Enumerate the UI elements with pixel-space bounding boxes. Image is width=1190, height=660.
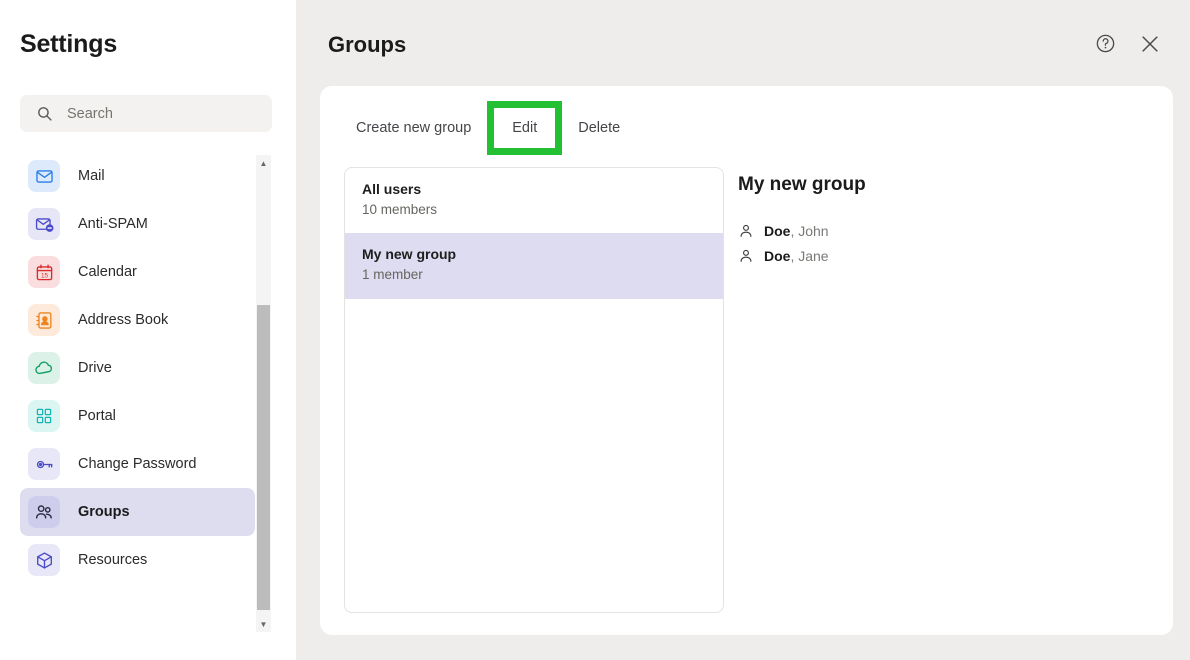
sidebar-item-label: Mail xyxy=(78,168,105,184)
member-firstname: , John xyxy=(790,222,829,239)
mail-icon xyxy=(28,160,60,192)
close-button[interactable] xyxy=(1136,31,1164,59)
group-name: All users xyxy=(362,181,422,197)
help-circle-icon xyxy=(1095,33,1116,57)
people-icon xyxy=(28,496,60,528)
groups-card: Create new group Edit Delete All users 10 m… xyxy=(320,86,1173,635)
cube-icon xyxy=(28,544,60,576)
group-member-count: 10 members xyxy=(362,202,438,217)
group-member-count: 1 member xyxy=(362,267,423,283)
address-book-icon xyxy=(28,304,60,336)
help-button[interactable] xyxy=(1091,31,1119,59)
sidebar-item-resources[interactable]: Resources xyxy=(20,536,255,584)
sidebar-item-groups[interactable]: Groups xyxy=(20,488,255,536)
sidebar-item-drive[interactable]: Drive xyxy=(20,344,255,392)
tab-delete[interactable]: Delete xyxy=(578,120,620,136)
member-lastname: Doe xyxy=(764,222,791,239)
member-row[interactable]: Doe, Jane xyxy=(738,243,1138,268)
sidebar-item-portal[interactable]: Portal xyxy=(20,392,255,440)
settings-window: Settings Mail Anti-SPAM 15 Calendar Address … xyxy=(0,0,1190,660)
sidebar-item-mail[interactable]: Mail xyxy=(20,152,255,200)
page-title: Settings xyxy=(20,30,118,58)
cloud-icon xyxy=(28,352,60,384)
group-detail-title: My new group xyxy=(738,174,866,195)
group-detail-panel: My new group Doe, John Doe, Jane xyxy=(738,174,1138,268)
group-name: My new group xyxy=(362,246,457,263)
sidebar-item-calendar[interactable]: 15 Calendar xyxy=(20,248,255,296)
sidebar-scrollbar-thumb[interactable] xyxy=(257,305,270,610)
tab-create-new-group[interactable]: Create new group xyxy=(356,120,471,136)
sidebar-item-label: Calendar xyxy=(78,264,137,280)
search-icon xyxy=(36,105,53,122)
group-list-item[interactable]: All users 10 members xyxy=(345,168,723,233)
sidebar-item-change-password[interactable]: Change Password xyxy=(20,440,255,488)
member-name: Doe, John xyxy=(764,223,829,239)
sidebar: Settings Mail Anti-SPAM 15 Calendar Address … xyxy=(0,0,296,660)
main-title: Groups xyxy=(328,32,407,57)
tab-bar: Create new group Edit Delete xyxy=(356,101,620,155)
main-content: Groups Create new group Edit Delete All … xyxy=(296,0,1190,660)
calendar-icon: 15 xyxy=(28,256,60,288)
member-firstname: , Jane xyxy=(790,247,829,264)
svg-text:15: 15 xyxy=(40,272,48,279)
group-list-item[interactable]: My new group 1 member xyxy=(345,233,723,299)
scroll-down-arrow-icon[interactable]: ▼ xyxy=(256,616,271,632)
sidebar-item-label: Anti-SPAM xyxy=(78,216,148,232)
sidebar-nav: Mail Anti-SPAM 15 Calendar Address Book Drive… xyxy=(0,152,296,634)
sidebar-item-label: Address Book xyxy=(78,312,169,328)
search-input[interactable] xyxy=(67,105,247,122)
member-name: Doe, Jane xyxy=(764,248,829,264)
person-icon xyxy=(738,248,754,264)
sidebar-item-label: Portal xyxy=(78,408,116,424)
person-icon xyxy=(738,223,754,239)
header-actions xyxy=(1091,31,1164,59)
scroll-up-arrow-icon[interactable]: ▲ xyxy=(256,155,271,171)
anti-spam-icon xyxy=(28,208,60,240)
member-row[interactable]: Doe, John xyxy=(738,218,1138,243)
sidebar-item-label: Drive xyxy=(78,360,112,376)
grid-icon xyxy=(28,400,60,432)
close-icon xyxy=(1139,33,1161,58)
sidebar-item-label: Resources xyxy=(78,552,148,568)
key-icon xyxy=(28,448,60,480)
sidebar-item-anti-spam[interactable]: Anti-SPAM xyxy=(20,200,255,248)
member-list: Doe, John Doe, Jane xyxy=(738,218,1138,268)
tab-edit[interactable]: Edit xyxy=(487,101,563,155)
sidebar-item-label: Groups xyxy=(78,504,130,520)
sidebar-item-label: Change Password xyxy=(78,456,197,472)
member-lastname: Doe xyxy=(764,247,791,264)
search-box[interactable] xyxy=(20,95,272,132)
group-list: All users 10 members My new group 1 member xyxy=(344,167,724,613)
sidebar-item-address-book[interactable]: Address Book xyxy=(20,296,255,344)
